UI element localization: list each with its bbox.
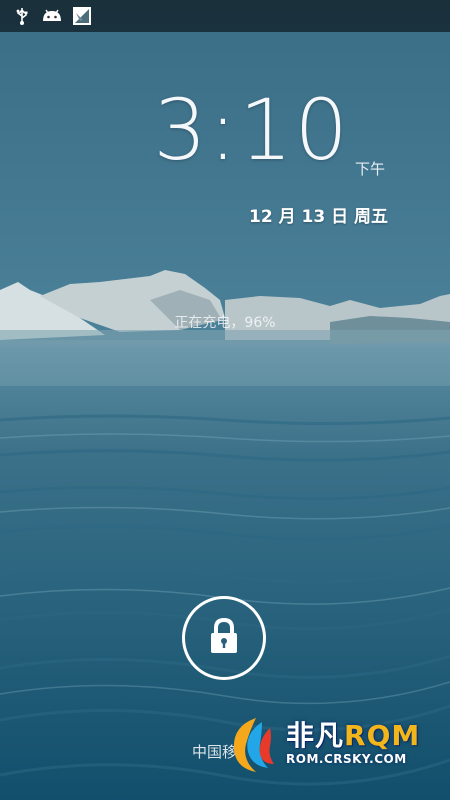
android-debug-icon <box>43 9 61 21</box>
unlock-handle[interactable] <box>182 596 266 680</box>
watermark-brand: 非凡RQM <box>286 714 420 754</box>
date-label: 12 月 13 日 周五 <box>249 207 388 227</box>
status-bar <box>0 0 450 32</box>
watermark-logo: 非凡RQM ROM.CRSKY.COM <box>226 712 438 776</box>
charging-status: 正在充电，96% <box>174 315 276 331</box>
clock-ampm: 下午 <box>355 160 386 178</box>
usb-icon <box>16 8 28 25</box>
flame-logo-icon <box>233 718 274 772</box>
watermark-brand-cn: 非凡 <box>286 719 345 752</box>
lock-icon <box>211 617 237 653</box>
clock-time: 3:10 <box>153 81 350 179</box>
screenshot-icon <box>73 7 91 25</box>
watermark-brand-en: RQM <box>344 719 421 752</box>
watermark-url: ROM.CRSKY.COM <box>286 752 407 766</box>
